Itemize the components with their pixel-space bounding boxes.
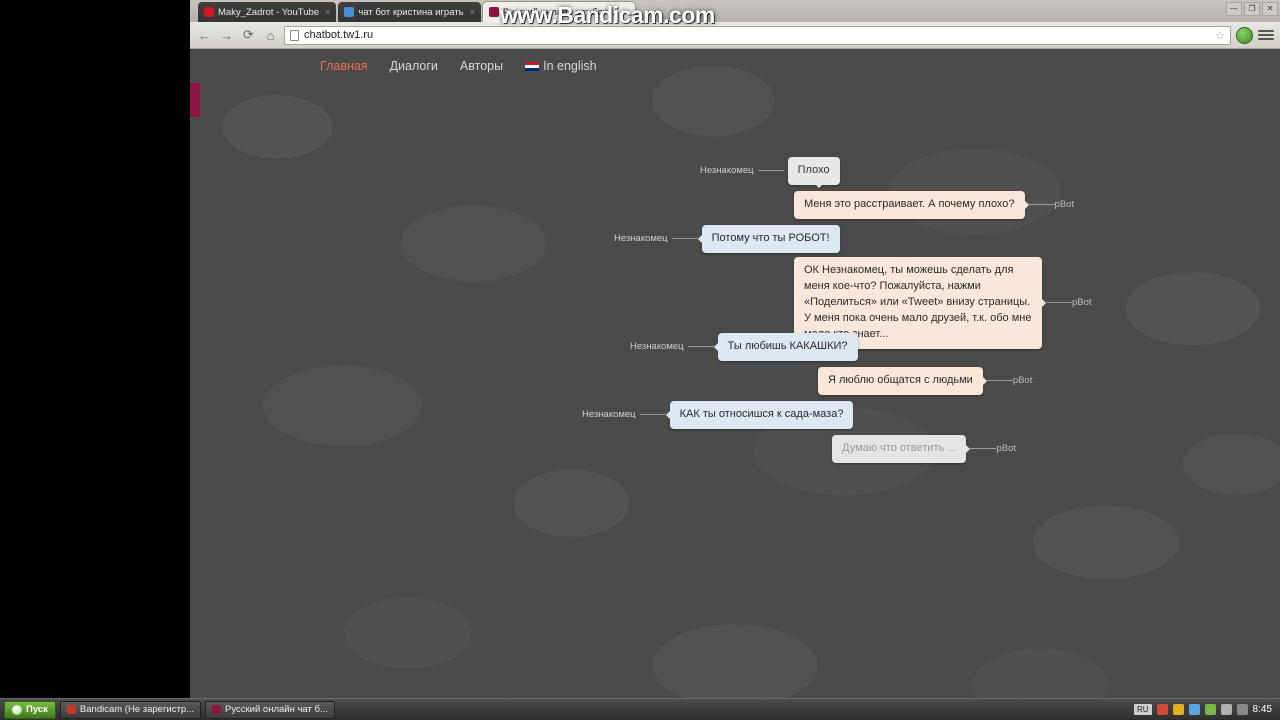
tab-favicon — [344, 7, 355, 17]
chat-message: Меня это расстраивает. А почему плохо? p… — [794, 191, 1074, 219]
chat-author: pBot — [996, 443, 1016, 455]
chrome-icon — [212, 705, 222, 714]
chat-bubble: Я люблю общатся с людьми — [818, 367, 983, 395]
chat-bubble: Потому что ты РОБОТ! — [701, 225, 840, 253]
chat-bubble: Плохо — [787, 157, 840, 188]
start-label: Пуск — [26, 704, 48, 715]
url-text: chatbot.tw1.ru — [304, 29, 374, 41]
site-nav-item-authors[interactable]: Авторы — [460, 59, 503, 73]
chat-author: pBot — [1072, 297, 1092, 309]
chat-message: Незнакомец Потому что ты РОБОТ! — [614, 225, 840, 253]
back-icon[interactable]: ← — [196, 27, 213, 44]
tray-updates-icon[interactable] — [1220, 704, 1232, 715]
tab-favicon — [488, 7, 499, 17]
chat-author: Незнакомец — [582, 409, 636, 421]
start-button[interactable]: Пуск — [4, 700, 56, 719]
page-info-icon — [290, 29, 299, 41]
browser-tab-1[interactable]: Maky_Zadrot - YouTube × — [198, 2, 337, 22]
taskbar-item-chrome[interactable]: Русский онлайн чат б... — [205, 700, 335, 719]
site-nav-item-english[interactable]: In english — [525, 59, 597, 73]
browser-window: Maky_Zadrot - YouTube × чат бот кристина… — [190, 0, 1280, 698]
desktop: Maky_Zadrot - YouTube × чат бот кристина… — [0, 0, 1280, 720]
browser-tab-2[interactable]: чат бот кристина играть × — [338, 2, 481, 22]
tray-network-icon[interactable] — [1172, 704, 1184, 715]
chat-author: pBot — [1054, 199, 1075, 211]
maximize-button[interactable]: ❐ — [1244, 2, 1260, 16]
webpage-content: Главная Диалоги Авторы In english Чатбот… — [190, 49, 1280, 698]
tray-battery-icon[interactable] — [1204, 704, 1216, 715]
home-icon[interactable]: ⌂ — [262, 27, 279, 44]
minimize-button[interactable]: — — [1226, 2, 1242, 16]
system-tray: RU 8:45 — [1133, 704, 1276, 715]
extension-icon[interactable] — [1236, 26, 1253, 44]
bandicam-icon — [66, 705, 76, 714]
chat-bubble: Думаю что ответить ... — [832, 435, 967, 463]
taskbar-item-bandicam[interactable]: Bandicam (Не зарегистр... — [59, 700, 202, 719]
site-nav-item-home[interactable]: Главная — [320, 59, 368, 73]
taskbar-item-label: Bandicam (Не зарегистр... — [79, 704, 195, 715]
taskbar-item-label: Русский онлайн чат б... — [225, 704, 328, 715]
chat-author: Незнакомец — [630, 341, 684, 353]
chat-message: Незнакомец Ты любишь КАКАШКИ? — [630, 333, 858, 361]
chat-log: Незнакомец Плохо Меня это расстраивает. … — [190, 151, 1280, 481]
browser-tabstrip: Maky_Zadrot - YouTube × чат бот кристина… — [190, 0, 1280, 22]
taskbar-clock[interactable]: 8:45 — [1253, 704, 1272, 715]
chat-message: Незнакомец КАК ты относишся к сада-маза? — [582, 401, 854, 429]
close-window-button[interactable]: ✕ — [1262, 2, 1278, 16]
chat-bubble: Меня это расстраивает. А почему плохо? — [794, 191, 1025, 219]
bandicam-watermark: www.Bandicam.com — [500, 2, 715, 28]
tray-volume-icon[interactable] — [1188, 704, 1200, 715]
chat-author: Незнакомец — [700, 165, 754, 177]
chrome-menu-icon[interactable] — [1258, 30, 1274, 40]
chat-message: Я люблю общатся с людьми pBot — [818, 367, 1032, 395]
chat-bubble: КАК ты относишся к сада-маза? — [669, 401, 854, 429]
tab-close-icon[interactable]: × — [325, 7, 330, 17]
address-bar[interactable]: chatbot.tw1.ru ☆ — [284, 25, 1231, 45]
tab-close-icon[interactable]: × — [470, 7, 475, 17]
brand-tab[interactable]: Чатбот Кристина — [190, 83, 200, 117]
tray-arrow-icon[interactable] — [1236, 704, 1248, 715]
window-controls: — ❐ ✕ — [1226, 2, 1278, 16]
language-indicator[interactable]: RU — [1133, 704, 1152, 715]
browser-toolbar: ← → ⟳ ⌂ chatbot.tw1.ru ☆ — [190, 22, 1280, 49]
tab-label: чат бот кристина играть — [358, 6, 464, 18]
forward-icon[interactable]: → — [218, 27, 235, 44]
uk-flag-icon — [525, 62, 540, 71]
windows-taskbar: Пуск Bandicam (Не зарегистр... Русский о… — [0, 698, 1280, 720]
tab-label: Maky_Zadrot - YouTube — [218, 6, 320, 18]
windows-orb-icon — [12, 704, 22, 715]
site-nav-item-dialogs[interactable]: Диалоги — [390, 59, 438, 73]
site-nav: Главная Диалоги Авторы In english — [190, 49, 1280, 83]
reload-icon[interactable]: ⟳ — [240, 27, 257, 44]
chat-author: Незнакомец — [614, 233, 668, 245]
chat-message-typing: Думаю что ответить ... pBot — [832, 435, 1016, 463]
chat-bubble: Ты любишь КАКАШКИ? — [717, 333, 858, 361]
chat-author: pBot — [1012, 375, 1033, 387]
tab-favicon — [204, 7, 214, 17]
chat-message: Незнакомец Плохо — [700, 157, 840, 188]
bookmark-star-icon[interactable]: ☆ — [1215, 29, 1225, 42]
chat-tail-line — [757, 170, 784, 172]
tray-shield-icon[interactable] — [1156, 704, 1168, 715]
